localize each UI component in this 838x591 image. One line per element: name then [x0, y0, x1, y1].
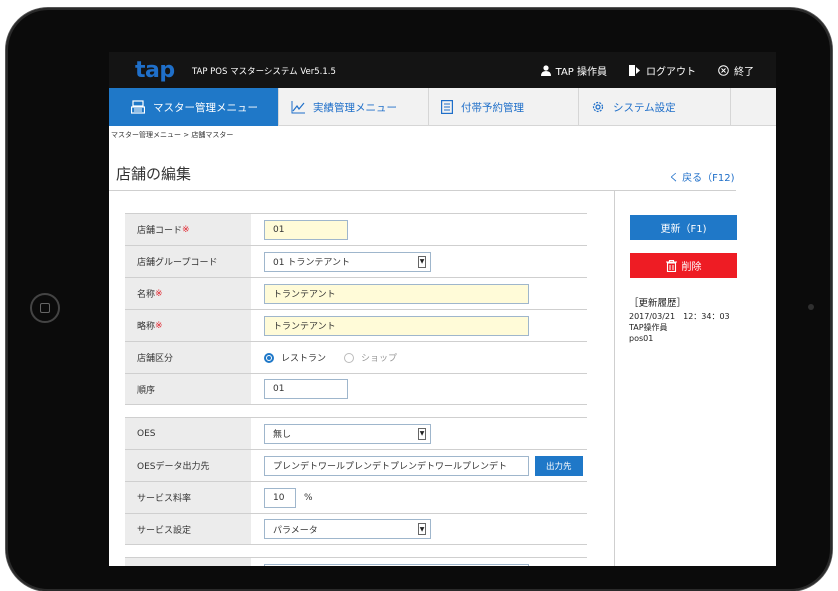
- user-icon: [540, 64, 551, 76]
- required-mark: ※: [155, 320, 163, 331]
- close-circle-icon: [718, 64, 729, 76]
- partial-input[interactable]: [264, 563, 529, 566]
- form-row-store-type: 店舗区分 レストラン ショップ: [125, 341, 587, 373]
- select-value: 01 トランテアント: [273, 258, 350, 268]
- app-title: TAP POS マスターシステム Ver5.1.5: [192, 67, 336, 77]
- form-row-service-rate: サービス料率 10 %: [125, 481, 587, 513]
- tab-label: システム設定: [613, 101, 676, 114]
- logout-button[interactable]: ログアウト: [629, 63, 696, 78]
- breadcrumb: マスター管理メニュー > 店舗マスター: [111, 131, 234, 139]
- name-input[interactable]: トランテアント: [264, 283, 529, 304]
- tab-reservation[interactable]: 付帯予約管理: [429, 88, 579, 126]
- field-label: 店舗コード: [137, 226, 183, 236]
- history-user: TAP操作員: [629, 323, 668, 332]
- form-row-oes: OES 無し ▼: [125, 417, 587, 449]
- tab-label: 付帯予約管理: [461, 101, 524, 114]
- form-row-service-setting: サービス設定 パラメータ ▼: [125, 513, 587, 545]
- history-datetime: 2017/03/21 12：34：03: [629, 312, 730, 321]
- form-row-oes-output: OESデータ出力先 プレンデトワールプレンデトプレンデトワールプレンデト 出力先: [125, 449, 587, 481]
- radio-shop[interactable]: ショップ: [344, 351, 397, 364]
- chevron-down-icon: ▼: [418, 523, 426, 535]
- service-rate-input[interactable]: 10: [264, 487, 296, 508]
- tab-performance-menu[interactable]: 実績管理メニュー: [279, 88, 429, 126]
- output-destination-button[interactable]: 出力先: [535, 455, 583, 476]
- camera: [808, 304, 814, 310]
- form-row-store-code: 店舗コード ※ 01: [125, 213, 587, 245]
- logo: tap: [135, 58, 175, 83]
- update-history: ［更新履歴］ 2017/03/21 12：34：03 TAP操作員 pos01: [629, 298, 730, 344]
- trash-icon: [665, 259, 677, 272]
- oes-output-input[interactable]: プレンデトワールプレンデトプレンデトワールプレンデト: [264, 455, 529, 476]
- line-chart-icon: [291, 100, 305, 113]
- radio-label: レストラン: [281, 354, 327, 364]
- short-name-input[interactable]: トランテアント: [264, 315, 529, 336]
- user-menu[interactable]: TAP 操作員: [540, 63, 607, 78]
- required-mark: ※: [182, 224, 190, 235]
- history-terminal: pos01: [629, 334, 654, 343]
- divider: [614, 190, 615, 566]
- field-label: 店舗グループコード: [137, 258, 218, 268]
- form-row-short-name: 略称 ※ トランテアント: [125, 309, 587, 341]
- select-value: 無し: [273, 430, 292, 440]
- oes-select[interactable]: 無し ▼: [264, 423, 431, 444]
- field-label: 略称: [137, 322, 156, 332]
- field-label: OES: [137, 428, 156, 439]
- top-bar: tap TAP POS マスターシステム Ver5.1.5 TAP 操作員 ログ…: [109, 52, 776, 88]
- form-row-partial: [125, 557, 587, 566]
- tab-label: マスター管理メニュー: [153, 101, 258, 114]
- store-code-input[interactable]: 01: [264, 219, 348, 240]
- radio-label: ショップ: [361, 354, 398, 364]
- store-edit-form: 店舗コード ※ 01 店舗グループコード 01 トランテアント ▼ 名称 ※ トランテ…: [125, 213, 587, 566]
- field-label: OESデータ出力先: [137, 462, 210, 472]
- tab-system-settings[interactable]: システム設定: [579, 88, 731, 126]
- register-icon: [131, 100, 145, 114]
- required-mark: ※: [155, 288, 163, 299]
- exit-button[interactable]: 終了: [718, 63, 754, 78]
- divider: [109, 190, 736, 191]
- field-label: 名称: [137, 290, 156, 300]
- user-name: TAP 操作員: [555, 66, 607, 78]
- page-title: 店舗の編集: [116, 165, 192, 183]
- back-button[interactable]: く 戻る（F12): [669, 169, 735, 184]
- history-title: ［更新履歴］: [629, 298, 687, 309]
- form-row-group-code: 店舗グループコード 01 トランテアント ▼: [125, 245, 587, 277]
- document-icon: [441, 100, 453, 114]
- chevron-down-icon: ▼: [418, 427, 426, 440]
- field-label: 店舗区分: [137, 354, 174, 364]
- delete-button[interactable]: 削除: [630, 253, 737, 278]
- unit-label: %: [304, 492, 313, 503]
- home-button: [30, 293, 60, 323]
- tab-master-menu[interactable]: マスター管理メニュー: [109, 88, 279, 126]
- exit-label: 終了: [734, 66, 754, 78]
- select-value: パラメータ: [273, 525, 318, 536]
- delete-label: 削除: [681, 262, 702, 273]
- logout-label: ログアウト: [646, 66, 696, 78]
- chevron-down-icon: ▼: [418, 255, 426, 268]
- service-setting-select[interactable]: パラメータ ▼: [264, 519, 431, 539]
- gear-icon: [592, 101, 604, 113]
- form-row-name: 名称 ※ トランテアント: [125, 277, 587, 309]
- tablet-frame: tap TAP POS マスターシステム Ver5.1.5 TAP 操作員 ログ…: [6, 8, 832, 591]
- field-label: 順序: [137, 385, 156, 396]
- update-button[interactable]: 更新（F1): [630, 215, 737, 240]
- screen: tap TAP POS マスターシステム Ver5.1.5 TAP 操作員 ログ…: [109, 52, 776, 566]
- radio-unselected-icon: [344, 352, 355, 363]
- logout-icon: [629, 64, 640, 76]
- form-row-order: 順序 01: [125, 373, 587, 405]
- order-input[interactable]: 01: [264, 379, 348, 399]
- main-nav: マスター管理メニュー 実績管理メニュー 付帯予約管理 システム設定: [109, 88, 776, 126]
- group-code-select[interactable]: 01 トランテアント ▼: [264, 251, 431, 272]
- radio-restaurant[interactable]: レストラン: [264, 351, 326, 364]
- field-label: サービス料率: [137, 494, 192, 504]
- radio-selected-icon: [264, 352, 274, 363]
- field-label: サービス設定: [137, 525, 192, 536]
- tab-label: 実績管理メニュー: [313, 101, 397, 114]
